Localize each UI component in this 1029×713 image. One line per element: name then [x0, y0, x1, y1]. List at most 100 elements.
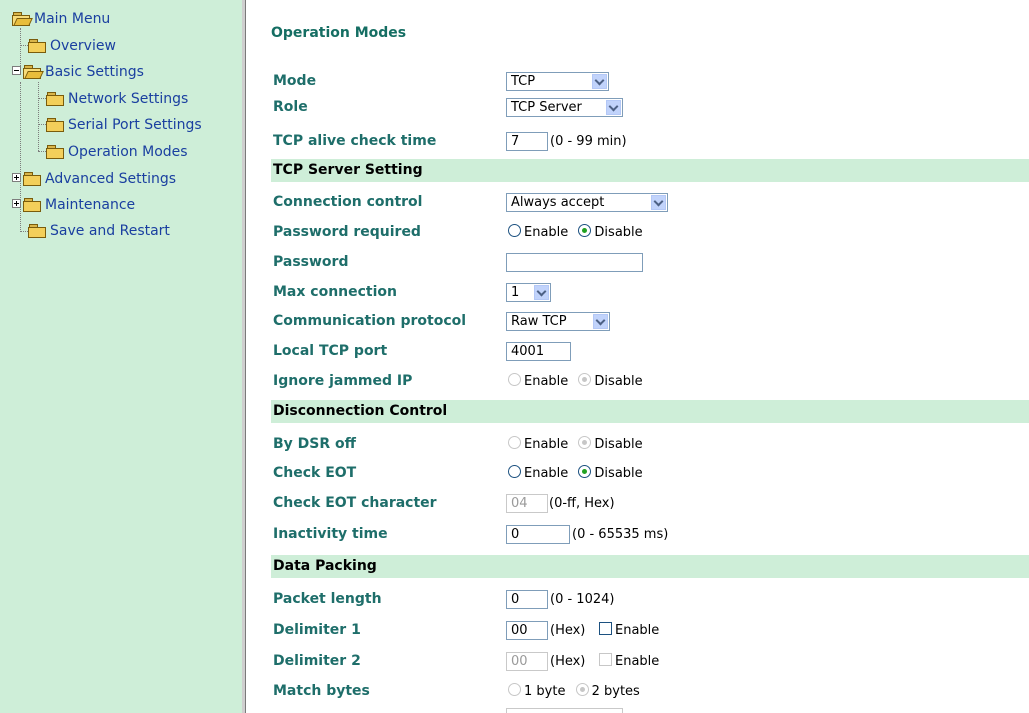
- radio-label[interactable]: Enable: [524, 225, 568, 240]
- folder-open-icon: [23, 65, 44, 79]
- folder-open-icon: [12, 12, 33, 26]
- dsr-off-enable-radio[interactable]: [508, 436, 521, 449]
- sidebar-item-label: Advanced Settings: [45, 171, 177, 187]
- sidebar-item-label: Overview: [50, 38, 116, 54]
- dsr-off-radios: Enable Disable: [508, 433, 643, 456]
- form-row-role: Role TCP Server: [246, 96, 1029, 119]
- check-eot-enable-radio[interactable]: [508, 465, 521, 478]
- radio-label[interactable]: 1 byte: [524, 684, 565, 699]
- field-label: Local TCP port: [273, 343, 388, 359]
- folder-icon: [23, 172, 41, 186]
- form-row-mode: Mode TCP: [246, 70, 1029, 93]
- field-label: Communication protocol: [273, 313, 467, 329]
- alive-check-time-input[interactable]: 7: [506, 132, 548, 151]
- form-row-local-tcp-port: Local TCP port 4001: [246, 340, 1029, 363]
- collapse-icon[interactable]: [12, 66, 21, 75]
- sidebar-item-maintenance[interactable]: Maintenance: [12, 196, 135, 214]
- password-required-disable-radio[interactable]: [578, 224, 592, 237]
- section-header-data-packing: Data Packing: [271, 555, 1029, 578]
- packet-length-input[interactable]: 0: [506, 590, 548, 609]
- sidebar-item-label: Network Settings: [68, 91, 189, 107]
- sidebar-item-label: Maintenance: [45, 197, 136, 213]
- radio-label[interactable]: Disable: [594, 437, 642, 452]
- sidebar-item-save-and-restart[interactable]: Save and Restart: [28, 222, 170, 240]
- role-select[interactable]: TCP Server: [506, 98, 623, 117]
- max-connection-select[interactable]: 1: [506, 283, 551, 302]
- sidebar-item-label: Main Menu: [34, 11, 111, 27]
- folder-icon: [23, 198, 41, 212]
- field-label: Password: [273, 254, 349, 270]
- field-label: TCP alive check time: [273, 133, 437, 149]
- form-row-delimiter-2: Delimiter 2 00 (Hex) Enable: [246, 650, 1029, 673]
- select-value: TCP: [511, 74, 536, 89]
- field-label: Password required: [273, 224, 421, 240]
- folder-icon: [28, 224, 46, 238]
- sidebar-item-main-menu[interactable]: Main Menu: [12, 10, 110, 28]
- next-field-partial[interactable]: [506, 708, 623, 713]
- match-2-bytes-radio[interactable]: [575, 683, 589, 696]
- sidebar-item-advanced-settings[interactable]: Advanced Settings: [12, 170, 176, 188]
- radio-label[interactable]: Enable: [524, 374, 568, 389]
- select-value: 1: [511, 285, 520, 300]
- delimiter-1-enable-checkbox[interactable]: [599, 622, 612, 635]
- dsr-off-disable-radio[interactable]: [578, 436, 592, 449]
- folder-icon: [46, 145, 64, 159]
- sidebar-item-label: Serial Port Settings: [68, 117, 202, 133]
- folder-icon: [46, 118, 64, 132]
- checkbox-label[interactable]: Enable: [615, 623, 659, 638]
- password-required-radios: Enable Disable: [508, 221, 643, 244]
- radio-label[interactable]: Disable: [594, 374, 642, 389]
- expand-icon[interactable]: [12, 199, 21, 208]
- ignore-jammed-enable-radio[interactable]: [508, 373, 521, 386]
- expand-icon[interactable]: [12, 173, 21, 182]
- field-label: Role: [273, 99, 308, 115]
- match-bytes-radios: 1 byte 2 bytes: [508, 680, 640, 703]
- connection-control-select[interactable]: Always accept: [506, 193, 668, 212]
- chevron-down-icon[interactable]: [593, 314, 608, 329]
- chevron-down-icon[interactable]: [606, 100, 621, 115]
- match-1-byte-radio[interactable]: [508, 683, 521, 696]
- tree-line: [20, 45, 28, 46]
- radio-label[interactable]: 2 bytes: [592, 684, 640, 699]
- section-title: Data Packing: [273, 558, 377, 574]
- form-row-packet-length: Packet length 0 (0 - 1024): [246, 588, 1029, 611]
- local-tcp-port-input[interactable]: 4001: [506, 342, 571, 361]
- sidebar-item-basic-settings[interactable]: Basic Settings: [12, 63, 144, 81]
- sidebar-item-operation-modes[interactable]: Operation Modes: [46, 143, 188, 161]
- sidebar-menu: Main Menu Overview Basic Settings Networ…: [0, 0, 242, 713]
- chevron-down-icon[interactable]: [534, 285, 549, 300]
- form-row-password: Password: [246, 251, 1029, 274]
- sidebar-item-serial-port-settings[interactable]: Serial Port Settings: [46, 116, 202, 134]
- radio-label[interactable]: Disable: [594, 225, 642, 240]
- inactivity-time-input[interactable]: 0: [506, 525, 570, 544]
- check-eot-disable-radio[interactable]: [578, 465, 592, 478]
- radio-label[interactable]: Disable: [594, 466, 642, 481]
- select-value: TCP Server: [511, 100, 582, 115]
- delimiter-1-input[interactable]: 00: [506, 621, 548, 640]
- field-label: Delimiter 2: [273, 653, 361, 669]
- delimiter-2-enable: Enable: [599, 650, 659, 673]
- sidebar-item-label: Save and Restart: [50, 223, 170, 239]
- folder-icon: [46, 92, 64, 106]
- form-row-max-connection: Max connection 1: [246, 281, 1029, 304]
- checkbox-label[interactable]: Enable: [615, 654, 659, 669]
- communication-protocol-select[interactable]: Raw TCP: [506, 312, 610, 331]
- tree-line: [38, 82, 39, 151]
- password-required-enable-radio[interactable]: [508, 224, 521, 237]
- delimiter-2-input[interactable]: 00: [506, 652, 548, 671]
- form-row-ignore-jammed-ip: Ignore jammed IP Enable Disable: [246, 370, 1029, 393]
- radio-label[interactable]: Enable: [524, 437, 568, 452]
- password-input[interactable]: [506, 253, 643, 272]
- radio-label[interactable]: Enable: [524, 466, 568, 481]
- chevron-down-icon[interactable]: [592, 74, 607, 89]
- sidebar-item-overview[interactable]: Overview: [28, 37, 116, 55]
- eot-character-input[interactable]: 04: [506, 494, 548, 513]
- chevron-down-icon[interactable]: [651, 195, 666, 210]
- field-label: Match bytes: [273, 683, 370, 699]
- ignore-jammed-disable-radio[interactable]: [578, 373, 592, 386]
- form-row-eot-character: Check EOT character 04 (0-ff, Hex): [246, 492, 1029, 515]
- field-label: Ignore jammed IP: [273, 373, 413, 389]
- delimiter-2-enable-checkbox[interactable]: [599, 653, 612, 666]
- mode-select[interactable]: TCP: [506, 72, 609, 91]
- sidebar-item-network-settings[interactable]: Network Settings: [46, 90, 188, 108]
